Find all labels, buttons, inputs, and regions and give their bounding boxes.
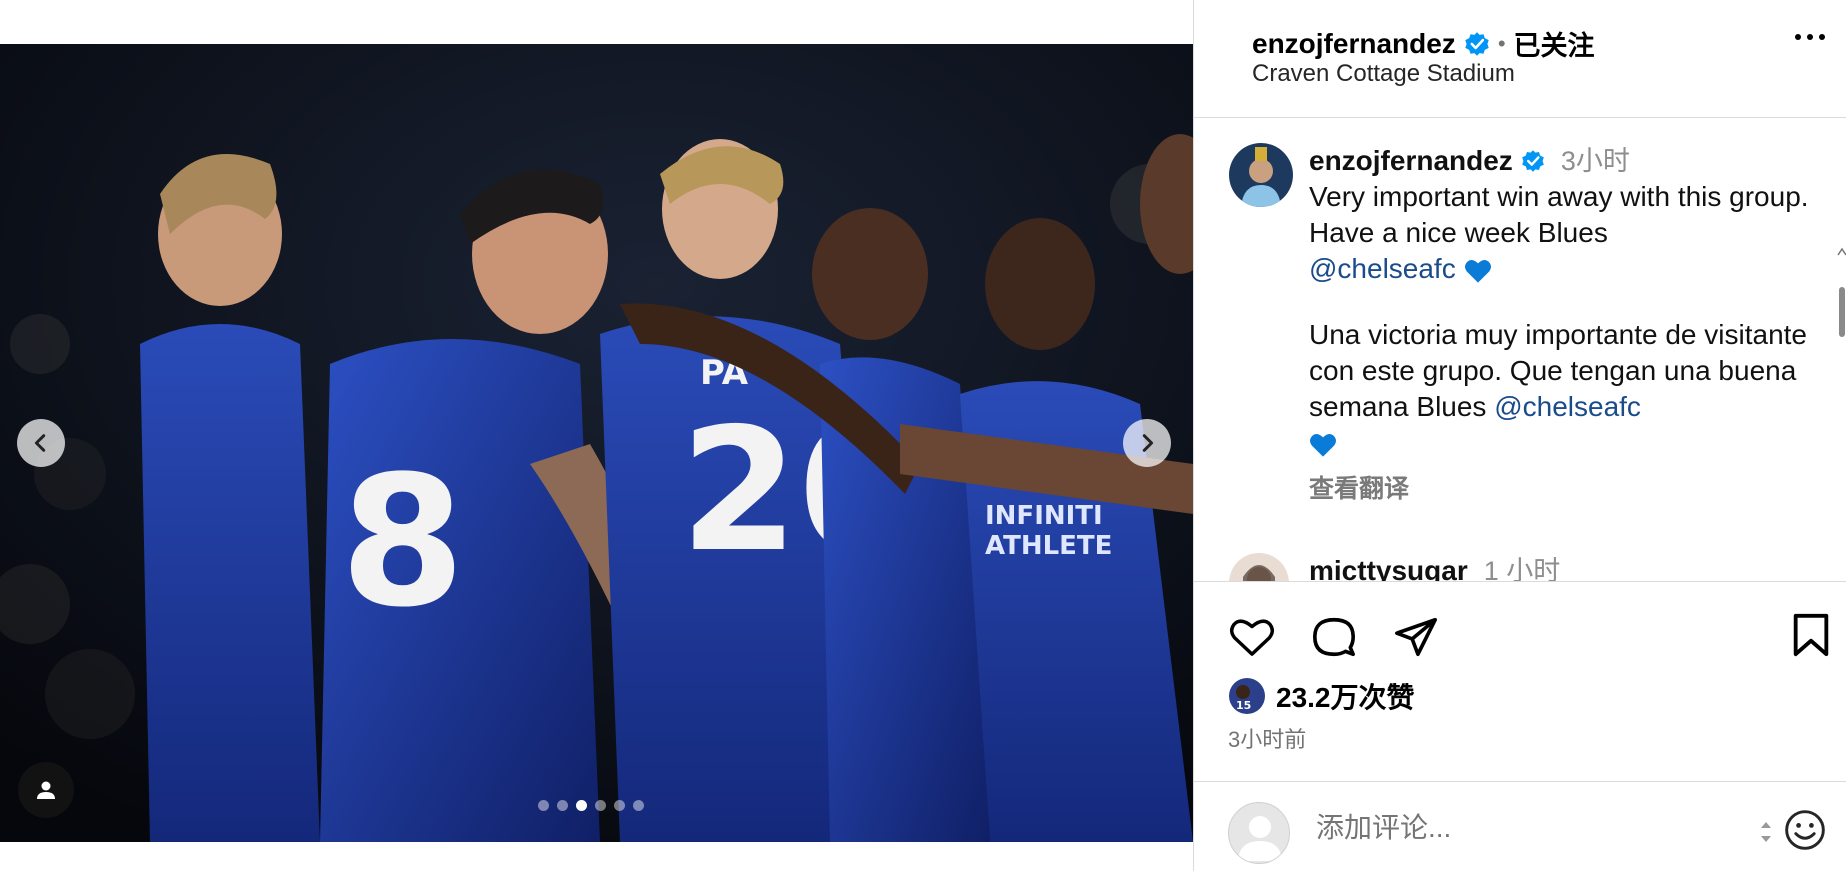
add-comment-section — [1194, 781, 1846, 871]
user-icon — [37, 781, 55, 799]
caption-username[interactable]: enzojfernandez — [1309, 143, 1513, 179]
instagram-post-modal: 8 20 PA INFINITI ATHLETE enzojfernandez … — [0, 0, 1846, 871]
mention-link[interactable]: @chelseafc — [1309, 253, 1456, 284]
caption-text-en: Very important win away with this group.… — [1309, 179, 1814, 287]
resize-handle[interactable] — [1759, 818, 1773, 851]
verified-badge-icon — [1522, 150, 1544, 172]
photo-illustration: 8 20 PA INFINITI ATHLETE — [0, 44, 1193, 842]
post-side-panel: enzojfernandez • 已关注 Craven Cottage Stad… — [1193, 0, 1846, 871]
carousel-dot — [538, 800, 549, 811]
likes-row[interactable]: 15 23.2万次赞 — [1228, 676, 1415, 716]
paper-plane-icon — [1395, 617, 1437, 657]
comments-scrollbar[interactable] — [1837, 247, 1846, 581]
caption-text-es: Una victoria muy importante de visitante… — [1309, 317, 1814, 461]
heart-outline-icon — [1229, 619, 1275, 656]
caption-time[interactable]: 3小时 — [1561, 143, 1630, 179]
comment-time[interactable]: 1 小时 — [1484, 553, 1561, 581]
post-location[interactable]: Craven Cottage Stadium — [1252, 60, 1515, 88]
verified-badge-icon — [1465, 31, 1489, 56]
more-dot — [1819, 34, 1825, 40]
liker-avatar: 15 — [1229, 678, 1265, 714]
chevron-left-icon — [34, 434, 46, 452]
carousel-dot — [557, 800, 568, 811]
media-pane: 8 20 PA INFINITI ATHLETE — [0, 0, 1193, 871]
post-photo[interactable]: 8 20 PA INFINITI ATHLETE — [0, 44, 1193, 842]
posted-time[interactable]: 3小时前 — [1228, 722, 1306, 754]
avatar-image — [1229, 553, 1289, 581]
svg-text:15: 15 — [1236, 699, 1251, 712]
up-down-arrows-icon — [1761, 822, 1771, 842]
header-username[interactable]: enzojfernandez — [1252, 28, 1456, 60]
scrollbar-track — [1837, 247, 1846, 337]
caption-body: enzojfernandez 3小时 Very important win aw… — [1309, 143, 1814, 507]
follow-status-button[interactable]: 已关注 — [1514, 24, 1595, 63]
header-user-row: enzojfernandez • 已关注 — [1252, 24, 1595, 63]
commenter-avatar[interactable] — [1229, 553, 1289, 581]
chevron-right-icon — [1142, 434, 1154, 452]
share-button[interactable] — [1391, 612, 1441, 662]
emoji-picker-button[interactable] — [1783, 808, 1827, 852]
blue-heart-emoji-icon — [1310, 433, 1336, 457]
save-button[interactable] — [1791, 612, 1831, 663]
previous-photo-button[interactable] — [17, 419, 65, 467]
carousel-dot — [595, 800, 606, 811]
comment-body: micttysugar 1 小时 — [1309, 553, 1814, 581]
more-dot — [1807, 34, 1813, 40]
svg-text:8: 8 — [340, 438, 465, 647]
carousel-dot — [614, 800, 625, 811]
mention-link[interactable]: @chelseafc — [1494, 391, 1641, 422]
header-separator: • — [1497, 30, 1506, 56]
author-avatar[interactable] — [1229, 143, 1293, 207]
more-dot — [1795, 34, 1801, 40]
carousel-indicator — [538, 800, 644, 811]
carousel-dot-active — [576, 800, 587, 811]
caption-header: enzojfernandez 3小时 — [1309, 143, 1814, 179]
carousel-dot — [633, 800, 644, 811]
commenter-username[interactable]: micttysugar — [1309, 553, 1468, 581]
tagged-users-button[interactable] — [18, 762, 74, 818]
current-user-avatar — [1228, 802, 1290, 864]
next-photo-button[interactable] — [1123, 419, 1171, 467]
caption-line-en: Very important win away with this group.… — [1309, 181, 1809, 248]
post-header: enzojfernandez • 已关注 Craven Cottage Stad… — [1194, 0, 1846, 118]
avatar-image — [1229, 143, 1293, 207]
svg-text:INFINITI: INFINITI — [985, 501, 1103, 531]
like-button[interactable] — [1227, 612, 1277, 662]
smiley-face-icon — [1785, 810, 1825, 850]
comments-list[interactable]: enzojfernandez 3小时 Very important win aw… — [1194, 119, 1846, 581]
action-icons-row — [1227, 612, 1441, 662]
likes-count[interactable]: 23.2万次赞 — [1276, 676, 1415, 716]
comment-button[interactable] — [1309, 612, 1359, 662]
comment-bubble-icon — [1313, 617, 1355, 657]
more-options-button[interactable] — [1795, 34, 1825, 40]
post-actions: 15 23.2万次赞 3小时前 — [1194, 581, 1846, 781]
default-user-icon — [1238, 816, 1282, 861]
see-translation-link[interactable]: 查看翻译 — [1309, 471, 1814, 507]
comment-input[interactable] — [1316, 812, 1716, 844]
svg-text:ATHLETE: ATHLETE — [985, 531, 1112, 561]
comment-header: micttysugar 1 小时 — [1309, 553, 1814, 581]
blue-heart-emoji-icon — [1464, 259, 1491, 283]
bookmark-icon — [1793, 613, 1829, 657]
